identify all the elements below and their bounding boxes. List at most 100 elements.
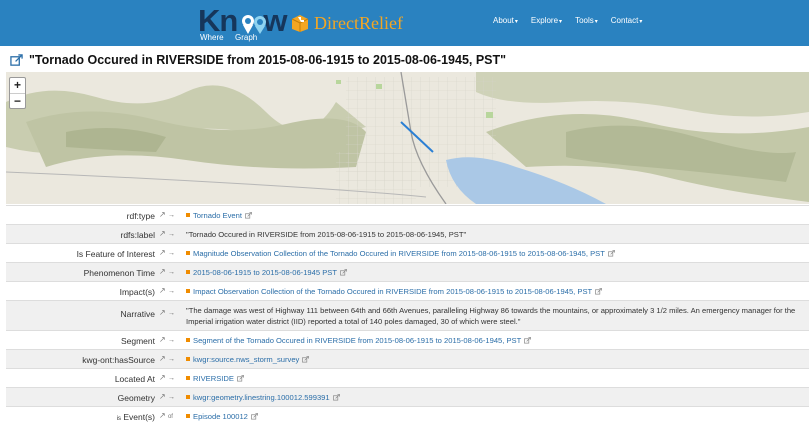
property-value[interactable]: kwgr:source.nws_storm_survey xyxy=(186,355,310,364)
external-link-icon[interactable]: ↗ xyxy=(159,248,166,257)
nav-tools-dropdown[interactable]: Tools▾ xyxy=(575,16,598,25)
property-value[interactable]: Magnitude Observation Collection of the … xyxy=(186,249,615,258)
zoom-out-button[interactable]: − xyxy=(10,93,25,108)
arrow-right-icon: → xyxy=(167,269,175,276)
zoom-control: + − xyxy=(9,77,26,109)
property-value[interactable]: Segment of the Tornado Occured in RIVERS… xyxy=(186,336,532,345)
property-table: rdf:type ↗ → Tornado Event rdfs:label ↗ … xyxy=(6,205,809,425)
property-value[interactable]: Tornado Event xyxy=(186,211,252,220)
logo-sub-where: Where xyxy=(200,33,224,42)
external-link-icon[interactable] xyxy=(10,53,23,67)
property-key: kwg-ont:hasSource xyxy=(82,355,155,365)
bullet-icon xyxy=(186,395,190,399)
table-row: kwg-ont:hasSource ↗ → kwgr:source.nws_st… xyxy=(6,349,809,368)
arrow-right-icon: → xyxy=(167,394,175,401)
external-link-icon[interactable] xyxy=(595,288,603,295)
table-row: Segment ↗ → Segment of the Tornado Occur… xyxy=(6,330,809,349)
caret-down-icon: ▾ xyxy=(559,19,563,25)
nav-contact-dropdown[interactable]: Contact▾ xyxy=(611,16,643,25)
arrow-right-icon: → xyxy=(167,288,175,295)
table-row: rdf:type ↗ → Tornado Event xyxy=(6,205,809,224)
property-key-icons: ↗ of xyxy=(159,411,173,420)
table-row: Geometry ↗ → kwgr:geometry.linestring.10… xyxy=(6,387,809,406)
property-key-icons: ↗ → xyxy=(159,354,175,363)
external-link-icon[interactable]: ↗ xyxy=(159,411,166,420)
property-key: Narrative xyxy=(120,309,155,319)
property-key-icons: ↗ → xyxy=(159,308,175,317)
bullet-icon xyxy=(186,376,190,380)
property-value[interactable]: Episode 100012 xyxy=(186,412,258,421)
property-key: Segment xyxy=(120,336,155,346)
bullet-icon xyxy=(186,289,190,293)
bullet-icon xyxy=(186,338,190,342)
arrow-right-icon: → xyxy=(167,356,175,363)
external-link-icon[interactable]: ↗ xyxy=(159,373,166,382)
bullet-icon xyxy=(186,270,190,274)
external-link-icon[interactable] xyxy=(245,212,252,219)
bullet-icon xyxy=(186,357,190,361)
property-key: Geometry xyxy=(117,393,155,403)
arrow-right-icon: → xyxy=(167,375,175,382)
property-key-icons: ↗ → xyxy=(159,267,175,276)
caret-down-icon: ▾ xyxy=(639,19,643,25)
external-link-icon[interactable]: ↗ xyxy=(159,308,166,317)
caret-down-icon: ▾ xyxy=(514,19,518,25)
knowwheregraph-logo[interactable]: Kn w Where Graph xyxy=(198,4,290,44)
table-row: rdfs:label ↗ → "Tornado Occured in RIVER… xyxy=(6,224,809,243)
table-row: Is Feature of Interest ↗ → Magnitude Obs… xyxy=(6,243,809,262)
property-key: Located At xyxy=(114,374,155,384)
property-value[interactable]: kwgr:geometry.linestring.100012.599391 xyxy=(186,393,340,402)
property-key: Phenomenon Time xyxy=(83,268,155,278)
property-key-icons: ↗ → xyxy=(159,286,175,295)
property-key: Is Feature of Interest xyxy=(76,249,155,259)
bullet-icon xyxy=(186,414,190,418)
navbar: Kn w Where Graph DirectRelief About▾ Expl… xyxy=(0,0,809,46)
external-link-icon[interactable] xyxy=(524,337,532,344)
external-link-icon[interactable] xyxy=(237,375,244,382)
external-link-icon[interactable]: ↗ xyxy=(159,286,166,295)
external-link-icon[interactable]: ↗ xyxy=(159,267,166,276)
arrow-right-icon: → xyxy=(167,337,175,344)
external-link-icon[interactable]: ↗ xyxy=(159,210,166,219)
arrow-right-icon: → xyxy=(167,310,175,317)
property-key-icons: ↗ → xyxy=(159,248,175,257)
nav-menu: About▾ Explore▾ Tools▾ Contact▾ xyxy=(493,16,655,25)
property-key-icons: ↗ → xyxy=(159,335,175,344)
external-link-icon[interactable]: ↗ xyxy=(159,392,166,401)
external-link-icon[interactable]: ↗ xyxy=(159,229,166,238)
caret-down-icon: ▾ xyxy=(594,19,598,25)
table-row: Located At ↗ → RIVERSIDE xyxy=(6,368,809,387)
property-key-icons: ↗ → xyxy=(159,392,175,401)
property-value[interactable]: 2015-08-06-1915 to 2015-08-06-1945 PST xyxy=(186,268,347,277)
property-key: Impact(s) xyxy=(119,287,155,297)
external-link-icon[interactable] xyxy=(607,250,615,257)
terrain-basemap xyxy=(6,72,809,204)
property-key-icons: ↗ → xyxy=(159,210,175,219)
table-row: Narrative ↗ → "The damage was west of Hi… xyxy=(6,300,809,330)
external-link-icon[interactable] xyxy=(302,356,310,363)
external-link-icon[interactable] xyxy=(340,269,347,276)
logo-sub-graph: Graph xyxy=(235,33,258,42)
property-value[interactable]: RIVERSIDE xyxy=(186,374,244,383)
nav-explore-dropdown[interactable]: Explore▾ xyxy=(531,16,562,25)
bullet-icon xyxy=(186,251,190,255)
property-key: is Event(s) xyxy=(116,412,155,422)
property-value[interactable]: Impact Observation Collection of the Tor… xyxy=(186,287,603,296)
bullet-icon xyxy=(186,213,190,217)
property-key: rdfs:label xyxy=(120,230,156,240)
external-link-icon[interactable] xyxy=(332,394,340,401)
arrow-right-icon: → xyxy=(167,250,175,257)
external-link-icon[interactable] xyxy=(250,413,258,420)
nav-about-dropdown[interactable]: About▾ xyxy=(493,16,518,25)
property-value: "Tornado Occured in RIVERSIDE from 2015-… xyxy=(186,230,467,239)
external-link-icon[interactable]: ↗ xyxy=(159,335,166,344)
property-key-icons: ↗ → xyxy=(159,229,175,238)
table-row: Phenomenon Time ↗ → 2015-08-06-1915 to 2… xyxy=(6,262,809,281)
event-map[interactable]: + − xyxy=(6,72,809,204)
property-value: "The damage was west of Highway 111 betw… xyxy=(186,306,796,326)
table-row: is Event(s) ↗ of Episode 100012 xyxy=(6,406,809,425)
external-link-icon[interactable]: ↗ xyxy=(159,354,166,363)
arrow-right-icon: → xyxy=(167,231,175,238)
page-title-row: "Tornado Occured in RIVERSIDE from 2015-… xyxy=(10,51,506,69)
zoom-in-button[interactable]: + xyxy=(10,78,25,93)
